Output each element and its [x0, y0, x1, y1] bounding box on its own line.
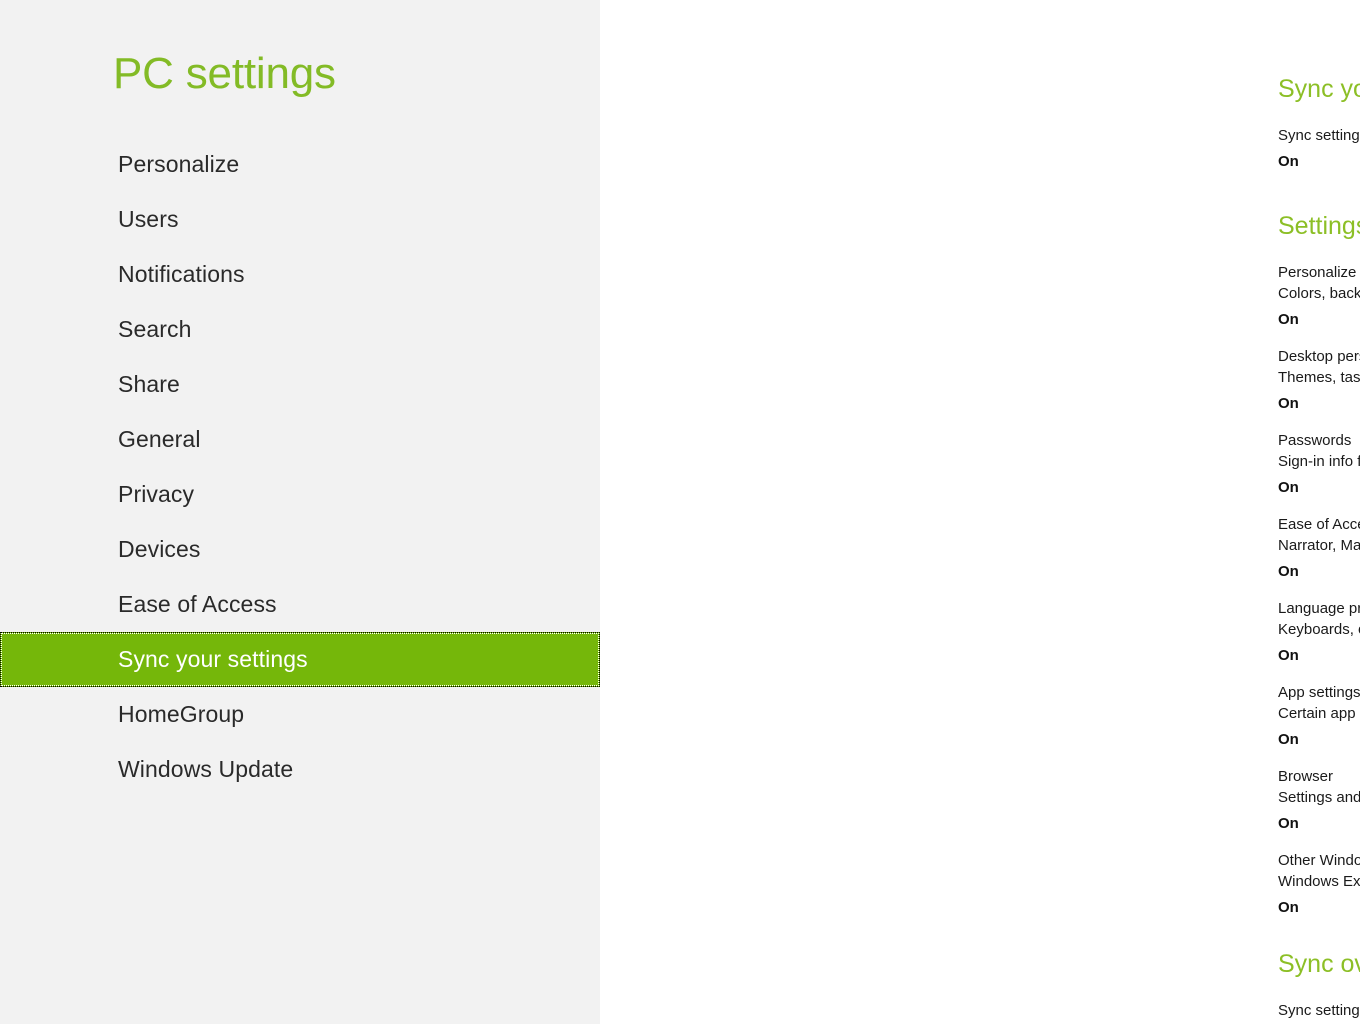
sync-setting-ease-of-access: Ease of Access Narrator, Magnifier, and m… [1278, 515, 1360, 583]
toggle-row: On [1278, 393, 1360, 415]
settings-sidebar: PC settings Personalize Users Notification… [0, 0, 600, 1024]
sidebar-item-personalize[interactable]: Personalize [0, 137, 600, 192]
setting-title: App settings [1278, 684, 1360, 701]
settings-to-sync-list: Personalize Colors, background, lock scre… [1278, 263, 1360, 919]
sidebar-item-share[interactable]: Share [0, 357, 600, 412]
sidebar-item-label: Sync your settings [118, 646, 308, 672]
sidebar-item-devices[interactable]: Devices [0, 522, 600, 577]
toggle-row: On [1278, 561, 1360, 583]
setting-title: Desktop personalization [1278, 348, 1360, 365]
setting-title: Sync settings on this PC [1278, 127, 1360, 144]
sidebar-item-label: Windows Update [118, 756, 294, 782]
sidebar-item-windows-update[interactable]: Windows Update [0, 742, 600, 797]
setting-description: Certain app settings and purchases made … [1278, 705, 1360, 722]
sync-setting-passwords: Passwords Sign-in info for some apps, web… [1278, 431, 1360, 499]
toggle-row: On [1278, 729, 1360, 751]
toggle-state-label: On [1278, 311, 1299, 328]
toggle-state-label: On [1278, 153, 1299, 170]
toggle-state-label: On [1278, 563, 1299, 580]
section-heading-sync-your-settings: Sync your settings [1278, 75, 1360, 103]
sidebar-item-label: Notifications [118, 261, 245, 287]
sync-setting-desktop-personalization: Desktop personalization Themes, taskbar, … [1278, 347, 1360, 415]
setting-description: Sign-in info for some apps, websites, ne… [1278, 453, 1360, 470]
sync-setting-language-preferences: Language preferences Keyboards, other inp… [1278, 599, 1360, 667]
sidebar-item-general[interactable]: General [0, 412, 600, 467]
setting-description: Colors, background, lock screen, and you… [1278, 285, 1360, 302]
toggle-state-label: On [1278, 899, 1299, 916]
toggle-state-label: On [1278, 479, 1299, 496]
setting-sync-settings-on-this-pc: Sync settings on this PC On [1278, 126, 1360, 173]
sidebar-item-users[interactable]: Users [0, 192, 600, 247]
page-title: PC settings [113, 49, 336, 98]
setting-description: Keyboards, other input methods, display … [1278, 621, 1360, 638]
sync-setting-app-settings: App settings Certain app settings and pur… [1278, 683, 1360, 751]
toggle-row: On [1278, 645, 1360, 667]
section-heading-sync-over-metered-connections: Sync over metered connections [1278, 950, 1360, 978]
toggle-state-label: On [1278, 395, 1299, 412]
sidebar-item-label: Privacy [118, 481, 195, 507]
sidebar-item-label: Share [118, 371, 180, 397]
setting-description: Narrator, Magnifier, and more [1278, 537, 1360, 554]
sidebar-item-label: Devices [118, 536, 201, 562]
toggle-state-label: On [1278, 647, 1299, 664]
sidebar-item-homegroup[interactable]: HomeGroup [0, 687, 600, 742]
setting-description: Settings and info like history and favor… [1278, 789, 1360, 806]
sidebar-item-label: Search [118, 316, 192, 342]
setting-title: Personalize [1278, 264, 1357, 281]
toggle-row: On [1278, 813, 1360, 835]
setting-title: Other Windows settings [1278, 852, 1360, 869]
toggle-row: On [1278, 477, 1360, 499]
toggle-state-label: On [1278, 815, 1299, 832]
sidebar-nav-list: Personalize Users Notifications Search Share… [0, 137, 600, 797]
setting-description: Themes, taskbar, high contrast, and more [1278, 369, 1360, 386]
sync-setting-other-windows-settings: Other Windows settings Windows Explorer, … [1278, 851, 1360, 919]
setting-title: Sync settings over metered connections [1278, 1002, 1360, 1019]
setting-title: Browser [1278, 768, 1334, 785]
sidebar-item-label: General [118, 426, 201, 452]
sync-setting-browser: Browser Settings and info like history an… [1278, 767, 1360, 835]
toggle-row: On [1278, 309, 1360, 331]
sidebar-item-ease-of-access[interactable]: Ease of Access [0, 577, 600, 632]
toggle-state-label: On [1278, 731, 1299, 748]
sidebar-item-label: Users [118, 206, 179, 232]
setting-title: Ease of Access [1278, 516, 1360, 533]
sidebar-item-label: Ease of Access [118, 591, 277, 617]
pc-settings-app: PC settings Personalize Users Notification… [0, 0, 1360, 1024]
sync-setting-personalize: Personalize Colors, background, lock scre… [1278, 263, 1360, 331]
setting-title: Passwords [1278, 432, 1352, 449]
sidebar-item-search[interactable]: Search [0, 302, 600, 357]
toggle-row: On [1278, 151, 1360, 173]
sidebar-item-label: HomeGroup [118, 701, 245, 727]
sidebar-item-label: Personalize [118, 151, 240, 177]
sidebar-item-notifications[interactable]: Notifications [0, 247, 600, 302]
section-heading-settings-to-sync: Settings to sync [1278, 212, 1360, 240]
sidebar-item-sync-your-settings[interactable]: Sync your settings [0, 632, 600, 687]
toggle-row: On [1278, 897, 1360, 919]
setting-title: Language preferences [1278, 600, 1360, 617]
setting-description: Windows Explorer, mouse, and more [1278, 873, 1360, 890]
settings-content-pane: Sync your settings Sync settings on this… [600, 0, 1360, 1024]
setting-sync-over-metered-connections: Sync settings over metered connections [1278, 1001, 1360, 1021]
sidebar-item-privacy[interactable]: Privacy [0, 467, 600, 522]
